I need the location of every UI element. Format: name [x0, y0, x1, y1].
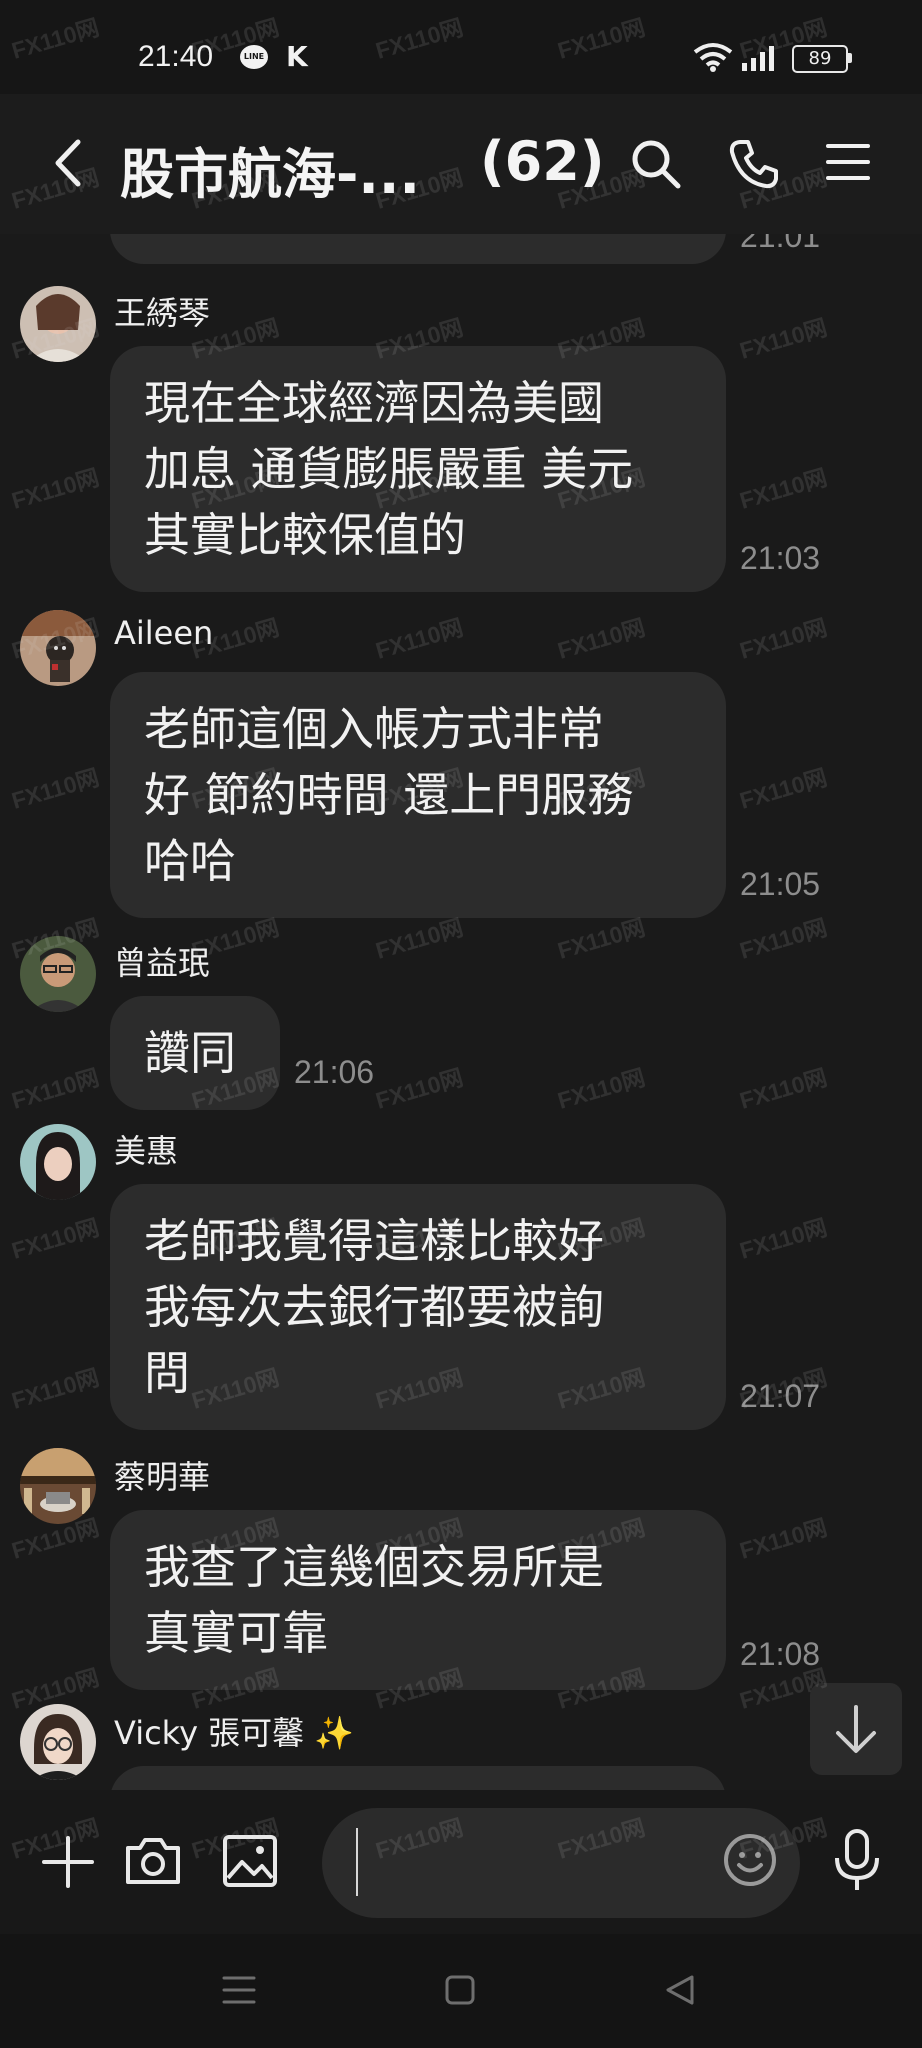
avatar[interactable] [20, 610, 96, 686]
chat-area[interactable]: 21:01 王綉琴 現在全球經濟因為美國 加息 通貨膨脹嚴重 美元 其實比較保值… [0, 234, 922, 1790]
battery-indicator: 89 [792, 45, 848, 73]
home-icon[interactable] [444, 1974, 476, 2006]
avatar[interactable] [20, 1124, 96, 1200]
message-bubble[interactable]: 老師這個入帳方式非常 好 節約時間 還上門服務 哈哈 [110, 672, 726, 918]
menu-icon[interactable] [826, 142, 870, 182]
arrow-down-icon [836, 1705, 876, 1753]
scroll-to-bottom-button[interactable] [810, 1683, 902, 1775]
status-bar: 21:40 LINE K 89 [0, 0, 922, 94]
nav-back-icon[interactable] [664, 1974, 696, 2006]
message-time: 21:03 [740, 540, 821, 576]
message-time: 21:07 [740, 1378, 821, 1414]
message-bubble-partial [110, 234, 726, 264]
search-icon[interactable] [630, 138, 682, 190]
sender-name: 蔡明華 [114, 1458, 211, 1496]
message-bubble-partial[interactable] [110, 1766, 726, 1790]
system-nav-bar [0, 1934, 922, 2048]
back-icon[interactable] [52, 138, 82, 188]
mic-icon[interactable] [832, 1828, 882, 1892]
message-time: 21:05 [740, 866, 821, 902]
member-count[interactable]: (62) [480, 130, 605, 193]
sender-name: 曾益珉 [114, 944, 211, 982]
avatar[interactable] [20, 286, 96, 362]
line-app-icon: LINE [240, 45, 268, 69]
message-bubble[interactable]: 讚同 [110, 996, 280, 1110]
message-composer [0, 1790, 922, 1934]
avatar[interactable] [20, 936, 96, 1012]
battery-tip [848, 53, 852, 63]
emoji-icon[interactable] [722, 1832, 778, 1888]
message-time: 21:08 [740, 1636, 821, 1672]
message-bubble[interactable]: 我查了這幾個交易所是 真實可靠 [110, 1510, 726, 1690]
avatar[interactable] [20, 1704, 96, 1780]
text-cursor [356, 1828, 358, 1896]
image-icon[interactable] [222, 1834, 278, 1888]
message-bubble[interactable]: 現在全球經濟因為美國 加息 通貨膨脹嚴重 美元 其實比較保值的 [110, 346, 726, 592]
sender-name: 王綉琴 [114, 294, 211, 332]
phone-icon[interactable] [728, 138, 780, 190]
sender-name: 美惠 [114, 1132, 179, 1170]
message-bubble[interactable]: 老師我覺得這樣比較好 我每次去銀行都要被詢 問 [110, 1184, 726, 1430]
k-app-icon: K [286, 40, 308, 73]
message-time: 21:01 [740, 234, 821, 254]
status-time: 21:40 [138, 40, 214, 73]
message-time: 21:06 [294, 1054, 375, 1090]
avatar[interactable] [20, 1448, 96, 1524]
plus-icon[interactable] [42, 1836, 94, 1888]
sender-name: Vicky 張可馨 ✨ [114, 1714, 355, 1752]
camera-icon[interactable] [124, 1834, 182, 1886]
sender-name: Aileen [114, 614, 214, 652]
recent-apps-icon[interactable] [222, 1974, 256, 2006]
chat-header: 股市航海-... (62) [0, 94, 922, 234]
wifi-icon [693, 43, 733, 72]
signal-icon [742, 46, 774, 71]
chat-title[interactable]: 股市航海-... [120, 130, 420, 209]
